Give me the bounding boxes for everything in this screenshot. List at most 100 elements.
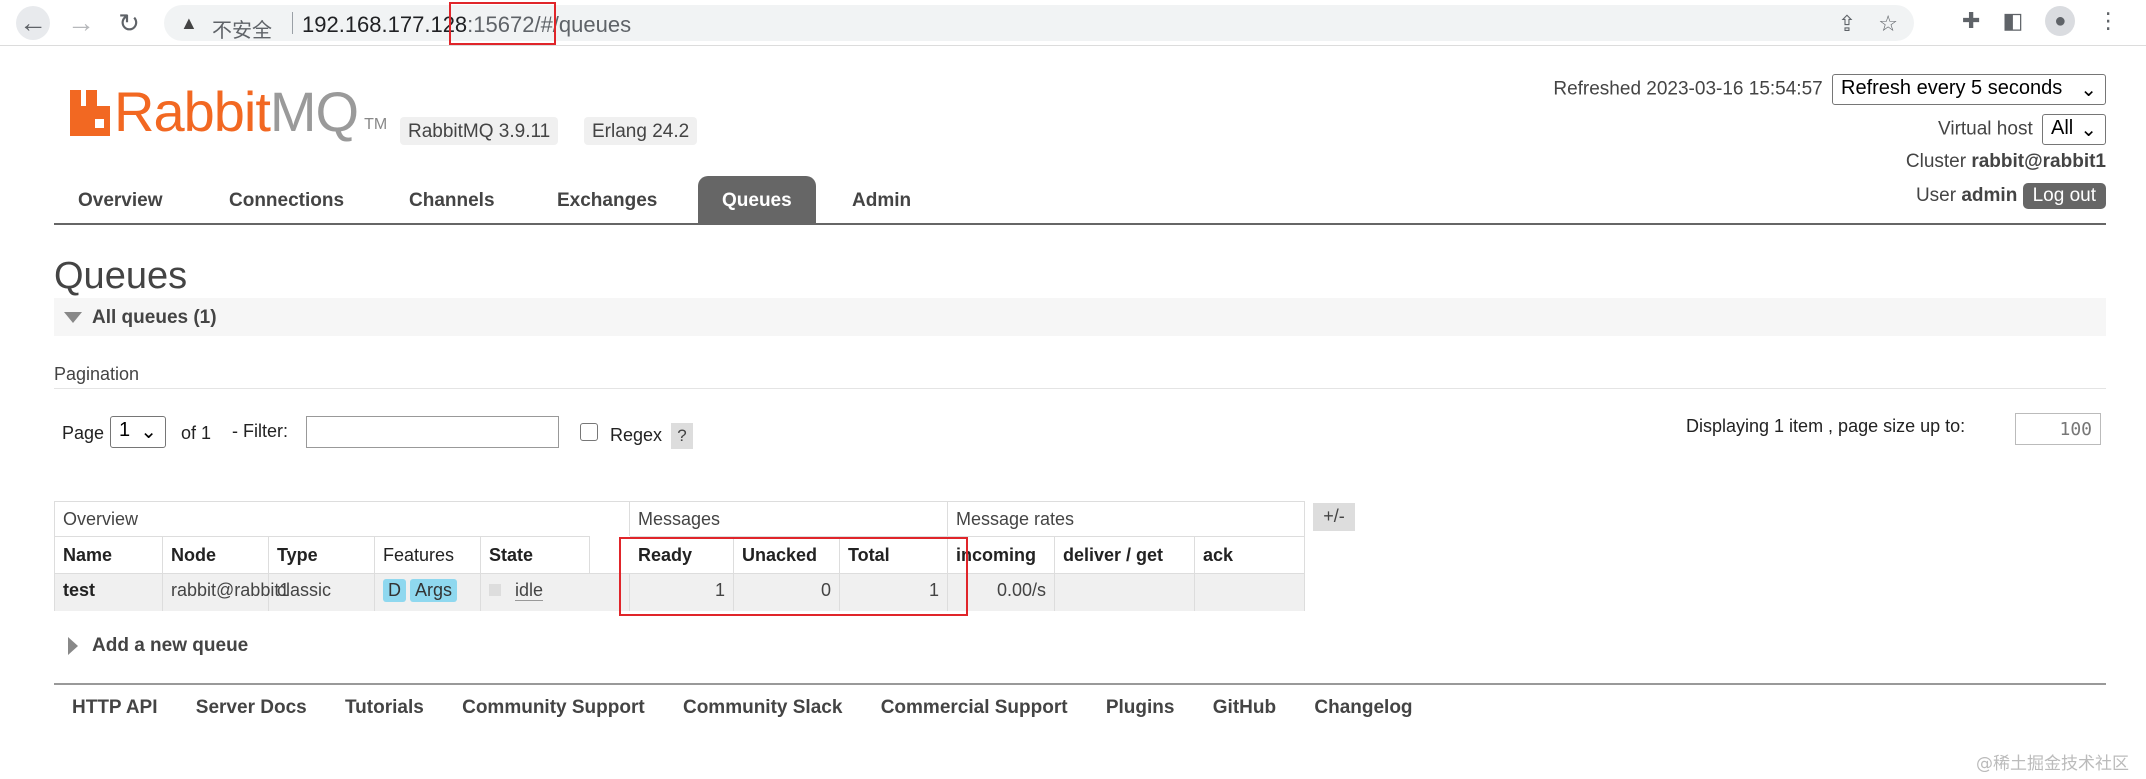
- erlang-version-badge: Erlang 24.2: [584, 117, 698, 145]
- footer-link-http-api[interactable]: HTTP API: [72, 697, 158, 718]
- more-menu-icon[interactable]: ⋮: [2097, 8, 2119, 34]
- state-text: idle: [515, 580, 544, 601]
- tab-exchanges[interactable]: Exchanges: [557, 190, 657, 212]
- collapse-triangle-icon: [64, 312, 82, 323]
- add-queue-section-toggle[interactable]: Add a new queue: [54, 635, 248, 657]
- rabbit-logo-icon: [70, 90, 110, 136]
- refresh-interval-select[interactable]: Refresh every 5 seconds ⌄: [1832, 74, 2106, 105]
- chevron-down-icon: ⌄: [2080, 79, 2097, 101]
- bookmark-star-icon[interactable]: ☆: [1878, 11, 1898, 37]
- col-header-unacked[interactable]: Unacked: [734, 536, 840, 573]
- col-header-total[interactable]: Total: [840, 536, 948, 573]
- logo-wordmark: RabbitMQ: [114, 80, 359, 143]
- page-label: Page: [62, 423, 105, 443]
- logo-trademark: TM: [364, 116, 388, 133]
- queues-table: Overview Messages Message rates Name Nod…: [54, 501, 1305, 611]
- footer-link-plugins[interactable]: Plugins: [1106, 697, 1175, 718]
- filter-label: - Filter:: [232, 421, 288, 441]
- group-header-messages: Messages: [630, 502, 948, 536]
- regex-checkbox[interactable]: [580, 423, 598, 441]
- state-indicator-icon: [489, 584, 501, 596]
- all-queues-section-toggle[interactable]: All queues (1): [54, 298, 2106, 336]
- messages-total: 1: [840, 574, 948, 611]
- pagination-label: Pagination: [54, 364, 140, 384]
- expand-triangle-icon: [68, 637, 78, 655]
- col-header-ack[interactable]: ack: [1195, 536, 1304, 573]
- col-header-node[interactable]: Node: [163, 536, 269, 573]
- cluster-label: Cluster: [1905, 151, 1967, 172]
- vhost-select[interactable]: All ⌄: [2042, 114, 2106, 145]
- footer-link-github[interactable]: GitHub: [1213, 697, 1276, 718]
- feature-args-badge[interactable]: Args: [410, 579, 458, 602]
- page-count-text: of 1: [181, 423, 212, 443]
- table-row[interactable]: test rabbit@rabbit1 classic D Args idle 1…: [55, 573, 1304, 611]
- queue-name-link[interactable]: test: [55, 574, 163, 611]
- displaying-text: Displaying 1 item , page size up to:: [1686, 416, 1966, 436]
- messages-unacked: 0: [734, 574, 840, 611]
- watermark-text: @稀土掘金技术社区: [1976, 754, 2129, 774]
- footer-divider: [54, 683, 2106, 685]
- add-queue-label: Add a new queue: [92, 635, 249, 656]
- col-header-deliver-get[interactable]: deliver / get: [1055, 536, 1195, 573]
- footer-link-commercial-support[interactable]: Commercial Support: [881, 697, 1068, 718]
- reload-icon[interactable]: ↻: [112, 6, 146, 40]
- section-title: All queues (1): [92, 307, 217, 328]
- rate-ack: [1195, 574, 1304, 611]
- footer-link-tutorials[interactable]: Tutorials: [345, 697, 424, 718]
- url-path: :15672/#/queues: [467, 12, 632, 37]
- page-number-select[interactable]: 1 ⌄: [110, 416, 166, 448]
- tab-overview[interactable]: Overview: [78, 190, 163, 212]
- rate-incoming: 0.00/s: [948, 574, 1055, 611]
- forward-arrow-icon[interactable]: →: [64, 6, 98, 40]
- url-host: 192.168.177.128: [302, 12, 468, 37]
- browser-toolbar: ← → ↻ ▲ 不安全 192.168.177.128:15672/#/queu…: [0, 0, 2146, 46]
- col-header-name[interactable]: Name: [55, 536, 163, 573]
- main-nav-tabs: Overview Connections Channels Exchanges …: [54, 176, 2106, 225]
- extensions-puzzle-icon[interactable]: ✚: [1962, 8, 1980, 34]
- back-arrow-icon[interactable]: ←: [16, 6, 50, 40]
- vhost-selector: Virtual host All ⌄: [1938, 114, 2106, 145]
- pagination-divider: [54, 388, 2106, 389]
- queue-type: classic: [269, 574, 375, 611]
- regex-help-button[interactable]: ?: [671, 423, 693, 449]
- cluster-info: Cluster rabbit@rabbit1: [1906, 151, 2106, 173]
- col-header-incoming[interactable]: incoming: [948, 536, 1055, 573]
- col-header-ready[interactable]: Ready: [630, 536, 734, 573]
- filter-input[interactable]: [306, 416, 559, 448]
- rabbitmq-logo[interactable]: RabbitMQ TM: [70, 80, 388, 143]
- page-size-input[interactable]: 100: [2015, 413, 2101, 445]
- col-header-state[interactable]: State: [481, 536, 590, 573]
- tab-admin[interactable]: Admin: [852, 190, 911, 212]
- col-header-features: Features: [375, 536, 481, 573]
- queue-features: D Args: [375, 574, 481, 611]
- queue-state: idle: [481, 574, 630, 611]
- footer-link-community-support[interactable]: Community Support: [462, 697, 645, 718]
- tab-connections[interactable]: Connections: [229, 190, 344, 212]
- column-toggle-button[interactable]: +/-: [1313, 503, 1355, 531]
- group-header-message-rates: Message rates: [956, 509, 1075, 529]
- messages-ready: 1: [630, 574, 734, 611]
- insecure-label: 不安全: [212, 18, 272, 42]
- footer-link-community-slack[interactable]: Community Slack: [683, 697, 842, 718]
- url-text[interactable]: 192.168.177.128:15672/#/queues: [302, 12, 631, 38]
- queue-node: rabbit@rabbit1: [163, 574, 289, 611]
- feature-durable-badge[interactable]: D: [383, 579, 406, 602]
- footer-link-changelog[interactable]: Changelog: [1314, 697, 1412, 718]
- col-header-type[interactable]: Type: [269, 536, 375, 573]
- profile-avatar-icon[interactable]: ●: [2045, 6, 2076, 36]
- address-bar[interactable]: ▲ 不安全 192.168.177.128:15672/#/queues ⇪ ☆: [164, 5, 1914, 42]
- vhost-label: Virtual host: [1938, 118, 2033, 140]
- refresh-status: Refreshed 2023-03-16 15:54:57 Refresh ev…: [1553, 74, 2106, 105]
- warning-icon: ▲: [180, 13, 198, 33]
- refreshed-text: Refreshed 2023-03-16 15:54:57: [1553, 78, 1823, 100]
- chevron-down-icon: ⌄: [140, 421, 157, 443]
- tab-queues[interactable]: Queues: [698, 176, 816, 223]
- cluster-name: rabbit@rabbit1: [1971, 151, 2106, 172]
- rate-deliver-get: [1055, 574, 1195, 611]
- tab-channels[interactable]: Channels: [409, 190, 495, 212]
- page-title: Queues: [54, 255, 188, 297]
- regex-label: Regex: [610, 425, 663, 445]
- side-panel-icon[interactable]: ◧: [2002, 8, 2023, 34]
- share-icon[interactable]: ⇪: [1838, 11, 1856, 37]
- footer-link-server-docs[interactable]: Server Docs: [196, 697, 307, 718]
